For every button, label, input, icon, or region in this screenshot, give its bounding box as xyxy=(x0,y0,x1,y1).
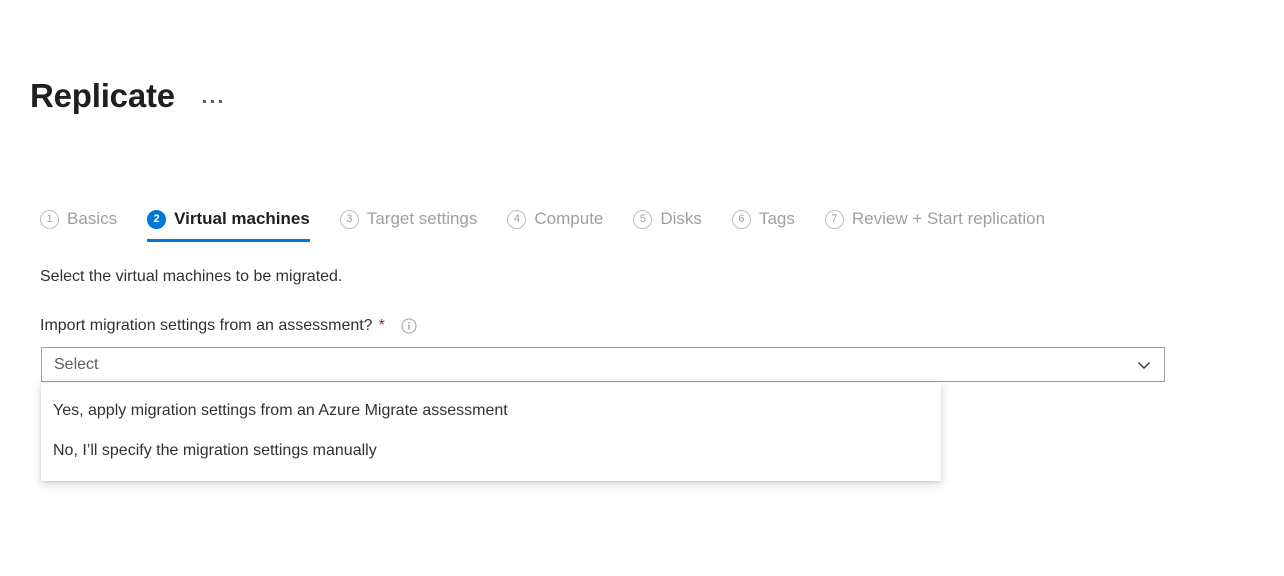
import-settings-dropdown-panel: Yes, apply migration settings from an Az… xyxy=(41,383,941,481)
ellipsis-dot xyxy=(219,100,222,103)
tab-tags[interactable]: 6 Tags xyxy=(732,200,795,238)
tab-disks[interactable]: 5 Disks xyxy=(633,200,702,238)
info-icon[interactable] xyxy=(401,318,417,334)
chevron-down-icon[interactable] xyxy=(1124,348,1164,381)
tab-step-number: 7 xyxy=(825,210,844,229)
tab-target-settings[interactable]: 3 Target settings xyxy=(340,200,478,238)
tab-step-number: 6 xyxy=(732,210,751,229)
tab-step-number: 2 xyxy=(147,210,166,229)
import-settings-label: Import migration settings from an assess… xyxy=(40,317,373,335)
dropdown-option-no[interactable]: No, I’ll specify the migration settings … xyxy=(41,431,941,471)
replicate-wizard-page: Replicate 1 Basics 2 Virtual machines 3 … xyxy=(0,0,1284,576)
intro-text: Select the virtual machines to be migrat… xyxy=(40,268,342,286)
tab-label: Basics xyxy=(67,209,117,229)
tab-label: Disks xyxy=(660,209,702,229)
ellipsis-dot xyxy=(203,100,206,103)
tab-label: Virtual machines xyxy=(174,209,310,229)
page-header: Replicate xyxy=(30,76,225,116)
ellipsis-dot xyxy=(211,100,214,103)
tab-step-number: 3 xyxy=(340,210,359,229)
tab-compute[interactable]: 4 Compute xyxy=(507,200,603,238)
wizard-tab-strip: 1 Basics 2 Virtual machines 3 Target set… xyxy=(40,200,1075,246)
tab-basics[interactable]: 1 Basics xyxy=(40,200,117,238)
page-title: Replicate xyxy=(30,76,175,116)
tab-label: Compute xyxy=(534,209,603,229)
tab-label: Review + Start replication xyxy=(852,209,1045,229)
dropdown-option-yes[interactable]: Yes, apply migration settings from an Az… xyxy=(41,391,941,431)
import-settings-select[interactable]: Select xyxy=(41,347,1165,382)
tab-label: Tags xyxy=(759,209,795,229)
tab-step-number: 4 xyxy=(507,210,526,229)
tab-label: Target settings xyxy=(367,209,478,229)
import-settings-label-row: Import migration settings from an assess… xyxy=(40,317,417,335)
select-value: Select xyxy=(42,356,1124,374)
ellipsis-icon[interactable] xyxy=(200,96,225,107)
required-indicator: * xyxy=(379,318,385,334)
active-tab-underline xyxy=(147,239,310,242)
tab-step-number: 5 xyxy=(633,210,652,229)
tab-review-start-replication[interactable]: 7 Review + Start replication xyxy=(825,200,1045,238)
tab-step-number: 1 xyxy=(40,210,59,229)
tab-virtual-machines[interactable]: 2 Virtual machines xyxy=(147,200,310,238)
